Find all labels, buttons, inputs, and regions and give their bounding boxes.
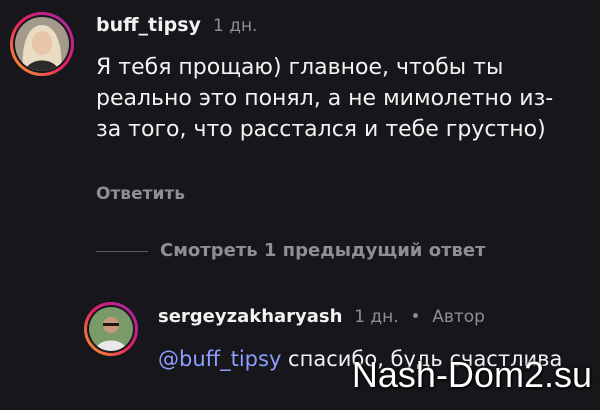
reply-time: 1 дн. xyxy=(354,307,399,327)
author-badge: Автор xyxy=(432,307,485,327)
site-watermark: Nash-Dom2.su xyxy=(351,354,592,395)
comment-time: 1 дн. xyxy=(212,16,258,36)
avatar-photo xyxy=(89,307,133,351)
meta-separator: • xyxy=(410,307,421,327)
reply-username[interactable]: sergeyzakharyash xyxy=(158,306,342,327)
comment-text: Я тебя прощаю) главное, чтобы ты реально… xyxy=(96,55,554,142)
thread-divider xyxy=(96,251,148,252)
comment-header: buff_tipsy 1 дн. xyxy=(96,14,257,36)
reply-header: sergeyzakharyash 1 дн. • Автор xyxy=(158,306,485,327)
view-previous-replies-button[interactable]: Смотреть 1 предыдущий ответ xyxy=(160,240,486,261)
avatar-photo xyxy=(15,17,69,71)
mention-link[interactable]: @buff_tipsy xyxy=(158,347,281,371)
reply-avatar[interactable] xyxy=(84,302,138,356)
comment-username[interactable]: buff_tipsy xyxy=(96,14,201,36)
reply-button[interactable]: Ответить xyxy=(96,184,185,204)
commenter-avatar[interactable] xyxy=(10,12,74,76)
